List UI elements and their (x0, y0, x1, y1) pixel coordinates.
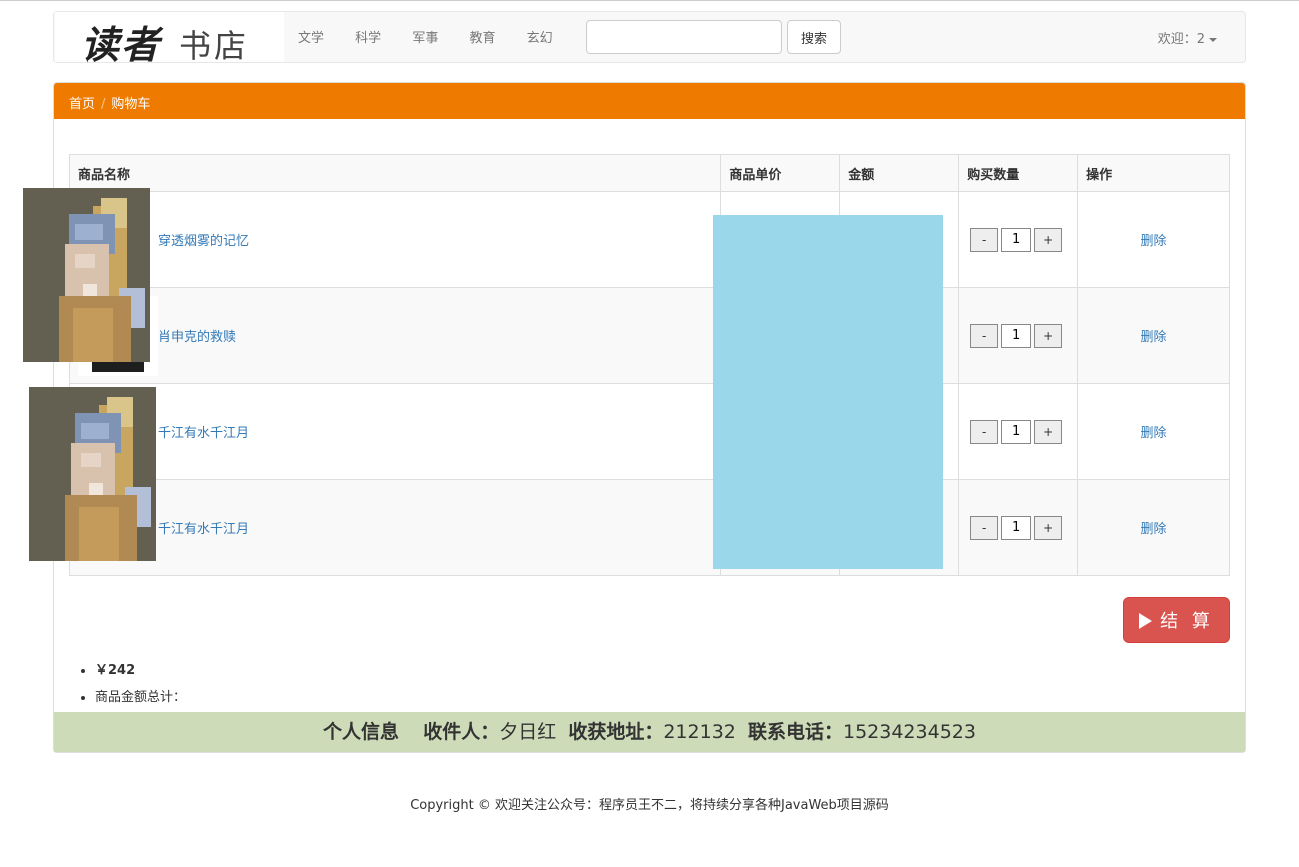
checkout-button[interactable]: 结 算 (1123, 597, 1230, 643)
column-header-amount: 金额 (839, 154, 960, 192)
action-cell: 删除 (1077, 287, 1230, 384)
table-header: 商品名称 商品单价 金额 购买数量 操作 (68, 154, 1230, 192)
play-icon (1139, 613, 1153, 629)
product-link[interactable]: 千江有水千江月 (158, 522, 249, 537)
table-row: 肖申克的救赎 -+ 删除 (68, 287, 1230, 384)
quantity-stepper: -+ (958, 191, 1079, 288)
column-header-action: 操作 (1077, 154, 1230, 192)
product-cell: 穿透烟雾的记忆 (68, 191, 722, 288)
footer-copyright: Copyright © 欢迎关注公众号：程序员王不二，将持续分享各种JavaWe… (410, 798, 889, 813)
logo-calligraphy: 读者 (81, 22, 162, 67)
product-link[interactable]: 肖申克的救赎 (158, 330, 236, 345)
checkout-label: 结 算 (1160, 611, 1214, 632)
nav-link-education[interactable]: 教育 (469, 27, 495, 46)
product-link[interactable]: 穿透烟雾的记忆 (158, 234, 249, 249)
cart-panel: 首页/购物车 商品名称 商品单价 金额 购买数量 操作 穿透烟雾的记忆 -+ (53, 82, 1246, 753)
increase-button[interactable]: + (1034, 227, 1063, 252)
decrease-button[interactable]: - (970, 515, 999, 540)
welcome-text: 欢迎：2 (1157, 32, 1205, 47)
increase-button[interactable]: + (1034, 419, 1063, 444)
action-cell: 删除 (1077, 191, 1230, 288)
nav-link-literature[interactable]: 文学 (298, 27, 324, 46)
book-cover-image[interactable] (23, 188, 150, 362)
logo[interactable]: 读者 书店 (55, 12, 284, 67)
nav-link-science[interactable]: 科学 (355, 27, 381, 46)
delete-link[interactable]: 删除 (1141, 426, 1167, 441)
search-input[interactable] (586, 20, 782, 54)
address-label: 收获地址： (568, 721, 664, 743)
totals-list: ￥242 商品金额总计： (95, 659, 186, 713)
quantity-input[interactable] (1001, 227, 1032, 252)
product-link[interactable]: 千江有水千江月 (158, 426, 249, 441)
book-cover-image[interactable] (29, 387, 156, 561)
category-nav: 文学 科学 军事 教育 玄幻 (298, 27, 580, 46)
breadcrumb-home[interactable]: 首页 (69, 97, 95, 112)
receiver-value: 夕日红 (499, 721, 557, 743)
column-header-quantity: 购买数量 (958, 154, 1079, 192)
table-row: 千江有水千江月 -+ 删除 (68, 479, 1230, 576)
personal-info-bar: 个人信息 收件人：夕日红 收获地址：212132 联系电话：1523423452… (54, 712, 1245, 752)
phone-label: 联系电话： (747, 721, 843, 743)
search-button[interactable]: 搜索 (787, 20, 841, 54)
user-menu[interactable]: 欢迎：2 (1158, 28, 1217, 47)
navbar: 读者 书店 文学 科学 军事 教育 玄幻 搜索 欢迎：2 (53, 11, 1246, 67)
decrease-button[interactable]: - (970, 227, 999, 252)
top-border (0, 0, 1299, 1)
breadcrumb-separator: / (101, 97, 106, 112)
info-title: 个人信息 (323, 721, 400, 743)
table-row: 穿透烟雾的记忆 -+ 删除 (68, 191, 1230, 288)
product-cell: 千江有水千江月 (68, 383, 722, 480)
decrease-button[interactable]: - (970, 419, 999, 444)
delete-link[interactable]: 删除 (1141, 234, 1167, 249)
column-header-unit-price: 商品单价 (720, 154, 841, 192)
breadcrumb-current: 购物车 (111, 97, 151, 112)
increase-button[interactable]: + (1034, 515, 1063, 540)
nav-link-military[interactable]: 军事 (412, 27, 438, 46)
delete-link[interactable]: 删除 (1141, 330, 1167, 345)
quantity-input[interactable] (1001, 323, 1032, 348)
total-label: 商品金额总计： (95, 686, 186, 705)
product-cell: 千江有水千江月 (68, 479, 722, 576)
table-row: 千江有水千江月 -+ 删除 (68, 383, 1230, 480)
quantity-input[interactable] (1001, 419, 1032, 444)
delete-link[interactable]: 删除 (1141, 522, 1167, 537)
product-cell: 肖申克的救赎 (68, 287, 722, 384)
receiver-label: 收件人： (423, 721, 500, 743)
caret-down-icon (1209, 37, 1217, 42)
phone-value: 15234234523 (842, 721, 976, 743)
decrease-button[interactable]: - (970, 323, 999, 348)
cart-table: 商品名称 商品单价 金额 购买数量 操作 穿透烟雾的记忆 -+ 删除 (68, 154, 1230, 576)
increase-button[interactable]: + (1034, 323, 1063, 348)
action-cell: 删除 (1077, 479, 1230, 576)
nav-link-fantasy[interactable]: 玄幻 (527, 27, 553, 46)
redaction-overlay (713, 215, 943, 569)
quantity-stepper: -+ (958, 383, 1079, 480)
action-cell: 删除 (1077, 383, 1230, 480)
quantity-stepper: -+ (958, 479, 1079, 576)
logo-text: 书店 (179, 27, 250, 65)
quantity-input[interactable] (1001, 515, 1032, 540)
column-header-name: 商品名称 (68, 154, 722, 192)
total-price: ￥242 (95, 659, 186, 678)
quantity-stepper: -+ (958, 287, 1079, 384)
address-value: 212132 (663, 721, 736, 743)
breadcrumb: 首页 / 购物车 (54, 83, 1245, 119)
total-price-value: ￥242 (95, 663, 136, 678)
